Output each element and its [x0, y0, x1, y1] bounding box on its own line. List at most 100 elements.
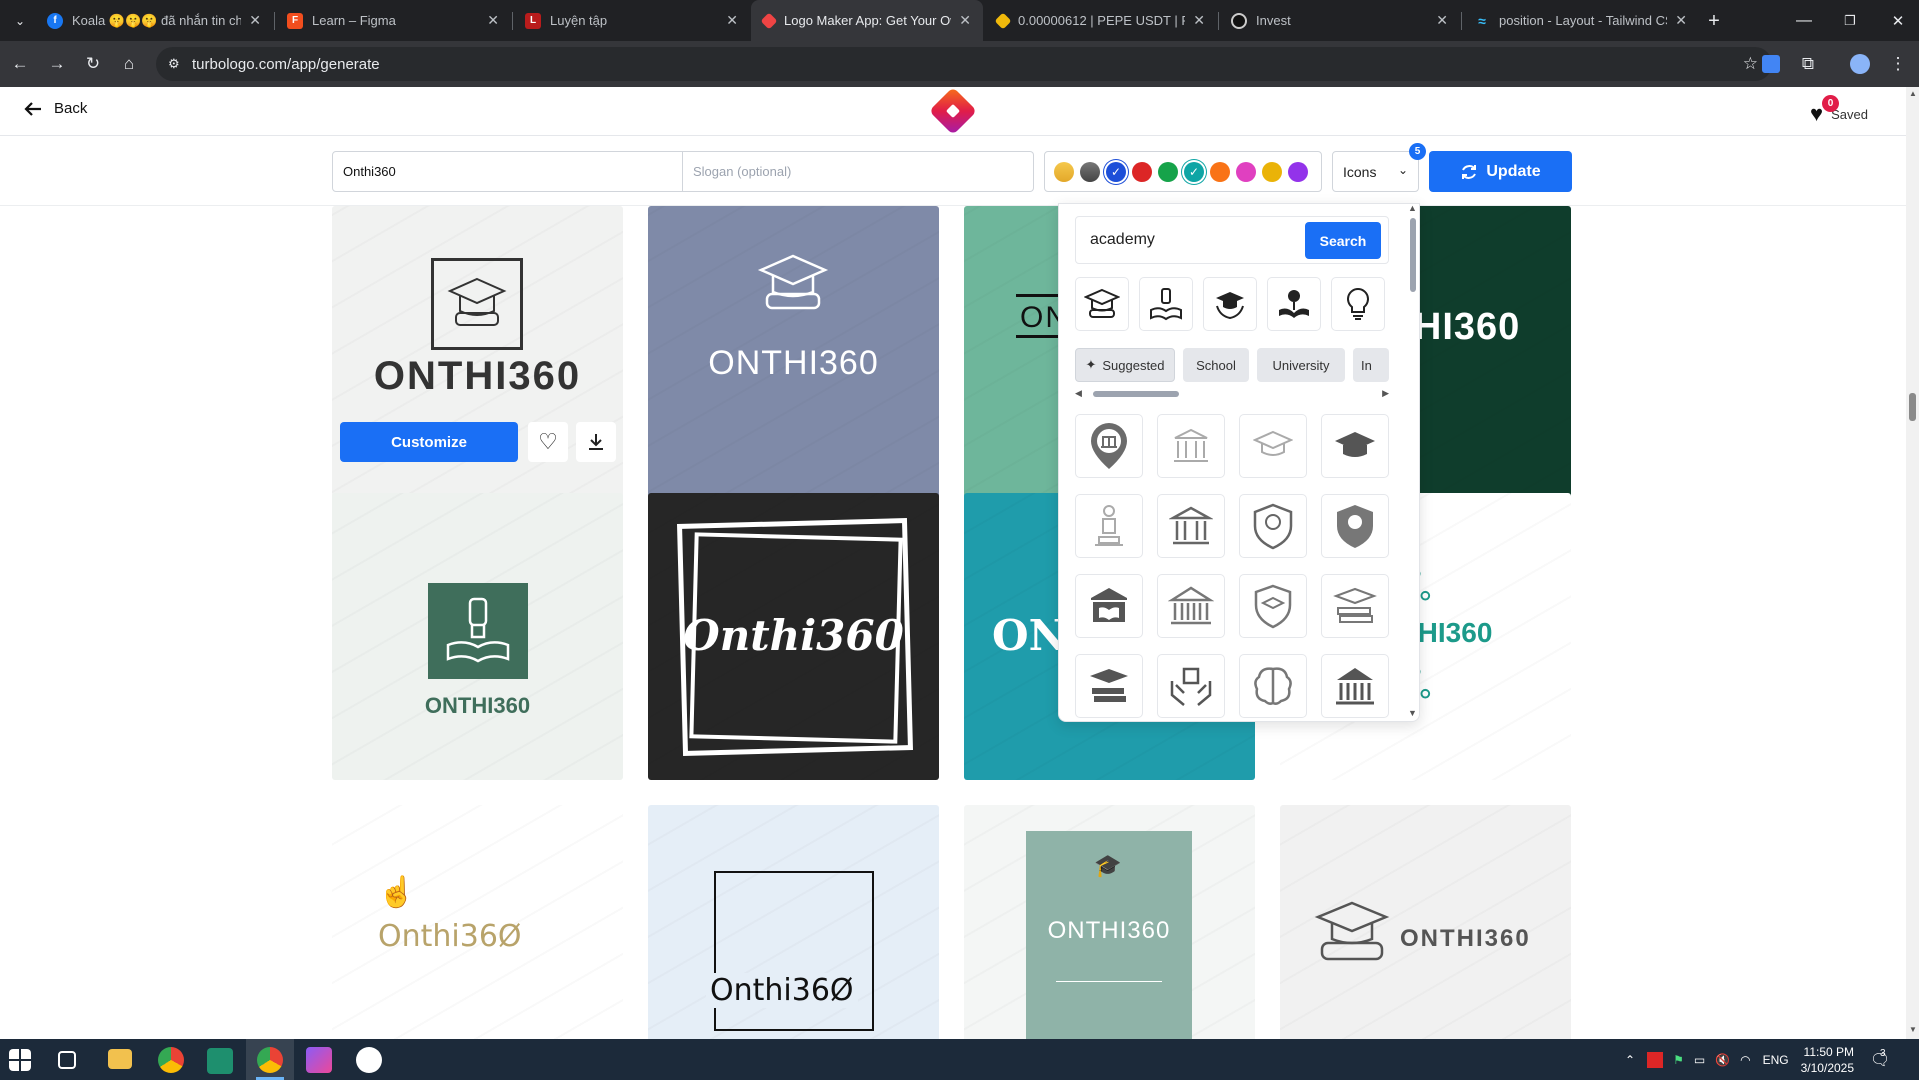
- browser-tab[interactable]: F Learn – Figma ✕: [275, 0, 511, 41]
- icon-search-field[interactable]: academy Search: [1075, 216, 1389, 264]
- home-icon[interactable]: ⌂: [115, 50, 143, 78]
- saved-button[interactable]: ♥ 0 Saved: [1810, 95, 1868, 127]
- browser-tab-active[interactable]: Logo Maker App: Get Your Own ✕: [751, 0, 983, 41]
- close-tab-icon[interactable]: ✕: [487, 12, 499, 29]
- close-tab-icon[interactable]: ✕: [959, 12, 971, 29]
- logo-card[interactable]: ONTHI360: [332, 493, 623, 780]
- chrome-active-icon[interactable]: [257, 1047, 283, 1073]
- color-swatch[interactable]: [1262, 162, 1282, 182]
- page-scrollbar[interactable]: ▲ ▼: [1906, 87, 1919, 1039]
- profile-avatar-icon[interactable]: [1846, 50, 1874, 78]
- logo-card[interactable]: ☝ Onthi36Ø: [332, 805, 623, 1039]
- forward-nav-icon[interactable]: →: [43, 50, 71, 78]
- tab-search-icon[interactable]: ⌄: [6, 7, 34, 35]
- company-name-input[interactable]: Onthi360: [332, 151, 683, 192]
- panel-scrollbar[interactable]: ▲ ▼: [1408, 203, 1418, 718]
- category-school[interactable]: School: [1183, 348, 1249, 382]
- volume-muted-icon[interactable]: 🔇: [1715, 1053, 1730, 1067]
- scroll-down-icon[interactable]: ▼: [1909, 1025, 1917, 1034]
- color-swatch-selected-check-icon[interactable]: ✓: [1106, 162, 1126, 182]
- phpstorm-icon[interactable]: [306, 1047, 332, 1073]
- extensions-icon[interactable]: ⧉: [1794, 50, 1822, 78]
- brain-icon[interactable]: [1239, 654, 1307, 718]
- university-building-icon[interactable]: [1157, 574, 1225, 638]
- browser-tab[interactable]: L Luyện tập ✕: [513, 0, 750, 41]
- scroll-down-icon[interactable]: ▼: [1408, 708, 1417, 718]
- logo-card[interactable]: ONTHI360: [1280, 805, 1571, 1039]
- flag-icon[interactable]: ⚑: [1673, 1053, 1684, 1067]
- start-icon[interactable]: [9, 1049, 31, 1071]
- school-building-icon[interactable]: [1321, 654, 1389, 718]
- task-view-icon[interactable]: [58, 1051, 76, 1069]
- color-swatch[interactable]: [1132, 162, 1152, 182]
- logo-card[interactable]: 🎓 ONTHI360: [964, 805, 1255, 1039]
- category-scrollbar[interactable]: ◀ ▶: [1075, 388, 1389, 400]
- lightbulb-icon[interactable]: [1331, 277, 1385, 331]
- chrome-icon[interactable]: [158, 1047, 184, 1073]
- heart-icon[interactable]: ♡: [528, 422, 568, 462]
- close-window-icon[interactable]: ✕: [1884, 7, 1912, 35]
- crest-emblem-icon[interactable]: [1239, 494, 1307, 558]
- scroll-left-icon[interactable]: ◀: [1075, 388, 1082, 399]
- book-pin-icon[interactable]: [1267, 277, 1321, 331]
- minimize-icon[interactable]: —: [1790, 7, 1818, 35]
- close-tab-icon[interactable]: ✕: [1436, 12, 1448, 29]
- back-nav-icon[interactable]: ←: [6, 50, 34, 78]
- scroll-up-icon[interactable]: ▲: [1909, 89, 1917, 98]
- scroll-up-icon[interactable]: ▲: [1408, 203, 1417, 213]
- hands-puzzle-icon[interactable]: [1157, 654, 1225, 718]
- close-tab-icon[interactable]: ✕: [726, 12, 738, 29]
- institution-icon[interactable]: [1157, 494, 1225, 558]
- browser-tab[interactable]: Invest ✕: [1219, 0, 1460, 41]
- icons-dropdown[interactable]: Icons ⌄ 5: [1332, 143, 1426, 192]
- shield-cap-icon[interactable]: [1239, 574, 1307, 638]
- address-bar[interactable]: ⚙ turbologo.com/app/generate ☆: [156, 47, 1772, 81]
- turbologo-logo[interactable]: [928, 87, 978, 136]
- crest-emblem-icon[interactable]: [1321, 494, 1389, 558]
- back-button[interactable]: Back: [24, 100, 87, 117]
- category-suggested[interactable]: ✦ Suggested: [1075, 348, 1175, 382]
- slogan-input[interactable]: Slogan (optional): [683, 151, 1034, 192]
- color-swatch[interactable]: [1054, 162, 1074, 182]
- bank-building-icon[interactable]: [1157, 414, 1225, 478]
- browser-menu-icon[interactable]: ⋮: [1884, 50, 1912, 78]
- clock[interactable]: 11:50 PM 3/10/2025: [1801, 1044, 1854, 1076]
- new-tab-icon[interactable]: +: [1700, 7, 1728, 35]
- logo-card[interactable]: Onthi360: [648, 493, 939, 780]
- school-book-icon[interactable]: [1075, 574, 1143, 638]
- browser-tab[interactable]: 0.00000612 | PEPE USDT | Pepe ✕: [985, 0, 1217, 41]
- site-info-icon[interactable]: ⚙: [168, 56, 180, 72]
- laurel-cap-icon[interactable]: [1203, 277, 1257, 331]
- wifi-icon[interactable]: ◠: [1740, 1053, 1750, 1067]
- notifications-icon[interactable]: 🗨 3: [1870, 1048, 1890, 1070]
- translate-icon[interactable]: [1757, 50, 1785, 78]
- reload-icon[interactable]: ↻: [79, 50, 107, 78]
- books-cap-icon[interactable]: [1321, 574, 1389, 638]
- books-cap-icon[interactable]: [1075, 654, 1143, 718]
- scroll-right-icon[interactable]: ▶: [1382, 388, 1389, 399]
- category-university[interactable]: University: [1257, 348, 1345, 382]
- language-indicator[interactable]: ENG: [1763, 1053, 1789, 1067]
- chevron-up-icon[interactable]: ⌃: [1625, 1053, 1635, 1067]
- customize-button[interactable]: Customize: [340, 422, 518, 462]
- color-swatch[interactable]: [1080, 162, 1100, 182]
- color-swatch[interactable]: [1210, 162, 1230, 182]
- icon-search-button[interactable]: Search: [1305, 222, 1381, 259]
- mortarboard-icon[interactable]: [1321, 414, 1389, 478]
- close-tab-icon[interactable]: ✕: [1675, 12, 1687, 29]
- logo-card[interactable]: Onthi36Ø: [648, 805, 939, 1039]
- color-swatch[interactable]: [1158, 162, 1178, 182]
- graduation-cap-icon[interactable]: [1239, 414, 1307, 478]
- color-swatch[interactable]: [1288, 162, 1308, 182]
- close-tab-icon[interactable]: ✕: [249, 12, 261, 29]
- category-more[interactable]: In: [1353, 348, 1389, 382]
- color-swatch[interactable]: [1236, 162, 1256, 182]
- browser-tab[interactable]: ≈ position - Layout - Tailwind CSS ✕: [1462, 0, 1699, 41]
- bookmark-star-icon[interactable]: ☆: [1743, 54, 1758, 74]
- close-tab-icon[interactable]: ✕: [1193, 12, 1205, 29]
- app-tray-icon[interactable]: [1647, 1051, 1664, 1068]
- update-button[interactable]: Update: [1429, 151, 1572, 192]
- museum-pin-icon[interactable]: [1075, 414, 1143, 478]
- graduation-cap-icon[interactable]: [1075, 277, 1129, 331]
- download-icon[interactable]: [576, 422, 616, 462]
